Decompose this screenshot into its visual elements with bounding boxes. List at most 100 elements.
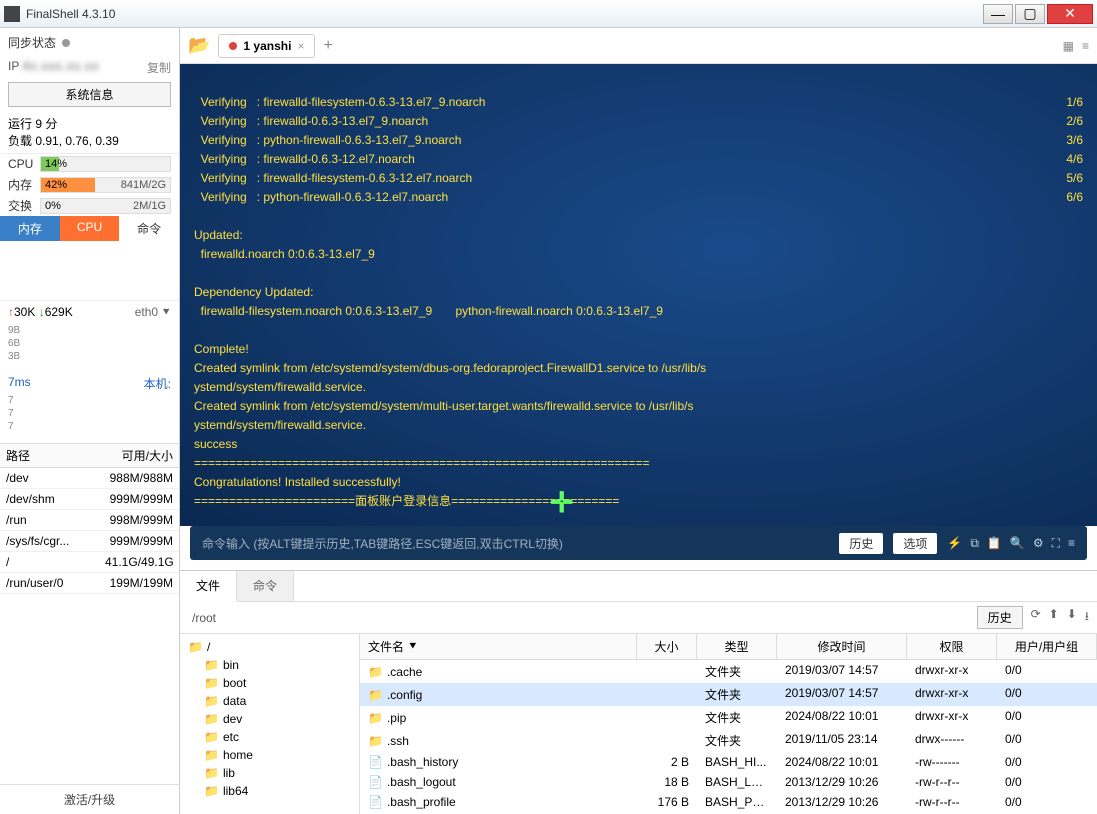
bolt-icon[interactable]: ⚡ [947,536,962,551]
upload-speed: 30K [14,305,35,319]
net-tick: 6B [0,337,179,350]
gear-icon[interactable]: ⚙ [1033,536,1044,551]
folder-icon: 📁 [368,711,383,725]
folder-icon: 📁 [204,694,219,708]
menu-icon[interactable]: ≡ [1082,39,1089,53]
app-title: FinalShell 4.3.10 [26,7,983,21]
file-tree[interactable]: 📁/ 📁bin📁boot📁data📁dev📁etc📁home📁lib📁lib64 [180,634,360,814]
download-icon[interactable]: ⬇ [1067,607,1077,628]
path-history-button[interactable]: 历史 [977,606,1023,629]
status-dot-icon [62,39,70,47]
sidebar-tab-cmd[interactable]: 命令 [119,216,179,241]
paste-icon[interactable]: 📋 [987,536,1002,551]
file-manager: 文件 命令 /root 历史 ⟳ ⬆ ⬇ ⭳ 📁/ 📁bin📁boot📁data… [180,570,1097,814]
maximize-button[interactable]: ▢ [1015,4,1045,24]
folder-icon: 📁 [368,734,383,748]
tree-item[interactable]: 📁dev [184,710,355,728]
folder-icon[interactable]: 📂 [188,35,210,56]
minimize-button[interactable]: — [983,4,1013,24]
search-icon[interactable]: 🔍 [1010,536,1025,551]
system-info-button[interactable]: 系统信息 [8,82,171,107]
disk-table: 路径 可用/大小 /dev988M/988M/dev/shm999M/999M/… [0,443,179,784]
sync-label: 同步状态 [8,34,56,51]
command-input-bar[interactable]: 命令输入 (按ALT键提示历史,TAB键路径,ESC键返回,双击CTRL切换) … [190,526,1087,560]
fullscreen-icon[interactable]: ⛶ [1052,536,1060,551]
file-tab-files[interactable]: 文件 [180,571,237,602]
file-header-perm[interactable]: 权限 [907,634,997,659]
disk-row[interactable]: /41.1G/49.1G [0,552,179,573]
refresh-icon[interactable]: ⟳ [1031,607,1041,628]
file-header-name[interactable]: 文件名 [368,638,404,655]
activate-button[interactable]: 激活/升级 [0,784,179,814]
disk-row[interactable]: /run/user/0199M/199M [0,573,179,594]
tree-root[interactable]: 📁/ [184,638,355,656]
file-row[interactable]: 📄.bash_logout18 BBASH_LO...2013/12/29 10… [360,772,1097,792]
disk-row[interactable]: /run998M/999M [0,510,179,531]
connection-tab[interactable]: 1 yanshi × [218,34,315,58]
folder-icon: 📁 [188,640,203,654]
file-header-size[interactable]: 大小 [637,634,697,659]
net-tick: 3B [0,350,179,363]
file-row[interactable]: 📁.ssh文件夹2019/11/05 23:14drwx------0/0 [360,729,1097,752]
folder-icon: 📁 [204,712,219,726]
close-tab-icon[interactable]: × [297,39,304,53]
folder-icon: 📁 [204,658,219,672]
cursor-cross-icon: ✛ [550,493,573,512]
disk-header-size[interactable]: 可用/大小 [99,444,179,467]
download-speed: 629K [45,305,73,319]
folder-icon: 📁 [368,665,383,679]
file-row[interactable]: 📁.pip文件夹2024/08/22 10:01drwxr-xr-x0/0 [360,706,1097,729]
tree-item[interactable]: 📁lib64 [184,782,355,800]
upload-icon[interactable]: ⬆ [1049,607,1059,628]
list-icon[interactable]: ≡ [1068,536,1075,551]
copy-icon[interactable]: ⧉ [970,536,979,551]
mem-label: 内存 [8,176,36,193]
terminal[interactable]: Verifying : firewalld-filesystem-0.6.3-1… [180,64,1097,526]
disk-row[interactable]: /sys/fs/cgr...999M/999M [0,531,179,552]
file-header-date[interactable]: 修改时间 [777,634,907,659]
tree-item[interactable]: 📁etc [184,728,355,746]
file-header-user[interactable]: 用户/用户组 [997,634,1097,659]
disk-row[interactable]: /dev/shm999M/999M [0,489,179,510]
bookmark-icon[interactable]: ⭳ [1085,607,1089,628]
sidebar: 同步状态 IP 4x.xxx.xx.xx 复制 系统信息 运行 9 分 负载 0… [0,28,180,814]
file-icon: 📄 [368,775,383,789]
connection-tab-label: 1 yanshi [243,39,291,53]
terminal-output: Updated: firewalld.noarch 0:0.6.3-13.el7… [194,228,706,508]
uptime-label: 运行 9 分 [8,115,171,132]
ping-local-label: 本机: [144,375,171,392]
path-input[interactable]: /root [188,609,969,627]
folder-icon: 📁 [204,766,219,780]
tree-item[interactable]: 📁home [184,746,355,764]
cmd-options-button[interactable]: 选项 [893,533,937,554]
close-button[interactable]: ✕ [1047,4,1093,24]
cmd-history-button[interactable]: 历史 [839,533,883,554]
tree-item[interactable]: 📁boot [184,674,355,692]
connection-tabs-bar: 📂 1 yanshi × + ▦ ≡ [180,28,1097,64]
file-row[interactable]: 📄.bash_profile176 BBASH_PR...2013/12/29 … [360,792,1097,812]
net-iface[interactable]: eth0 [135,305,158,319]
file-row[interactable]: 📁.cache文件夹2019/03/07 14:57drwxr-xr-x0/0 [360,660,1097,683]
folder-icon: 📁 [204,676,219,690]
file-header-type[interactable]: 类型 [697,634,777,659]
disk-header-path[interactable]: 路径 [0,444,99,467]
ping-tick: 7 [0,407,179,420]
file-row[interactable]: 📄.bash_history2 BBASH_HI...2024/08/22 10… [360,752,1097,772]
copy-ip-button[interactable]: 复制 [147,59,171,76]
sort-icon[interactable]: ⯆ [408,639,418,654]
load-label: 负载 0.91, 0.76, 0.39 [8,132,171,149]
add-tab-button[interactable]: + [323,37,332,55]
ping-tick: 7 [0,420,179,433]
disk-row[interactable]: /dev988M/988M [0,468,179,489]
cpu-bar: 14% [40,156,171,172]
sidebar-tab-cpu[interactable]: CPU [60,216,120,241]
tree-item[interactable]: 📁data [184,692,355,710]
file-list[interactable]: 文件名 ⯆ 大小 类型 修改时间 权限 用户/用户组 📁.cache文件夹201… [360,634,1097,814]
command-input[interactable]: 命令输入 (按ALT键提示历史,TAB键路径,ESC键返回,双击CTRL切换) [202,535,829,552]
tree-item[interactable]: 📁lib [184,764,355,782]
tree-item[interactable]: 📁bin [184,656,355,674]
file-tab-cmd[interactable]: 命令 [237,571,294,601]
sidebar-tab-memory[interactable]: 内存 [0,216,60,241]
file-row[interactable]: 📁.config文件夹2019/03/07 14:57drwxr-xr-x0/0 [360,683,1097,706]
grid-view-icon[interactable]: ▦ [1063,39,1074,53]
